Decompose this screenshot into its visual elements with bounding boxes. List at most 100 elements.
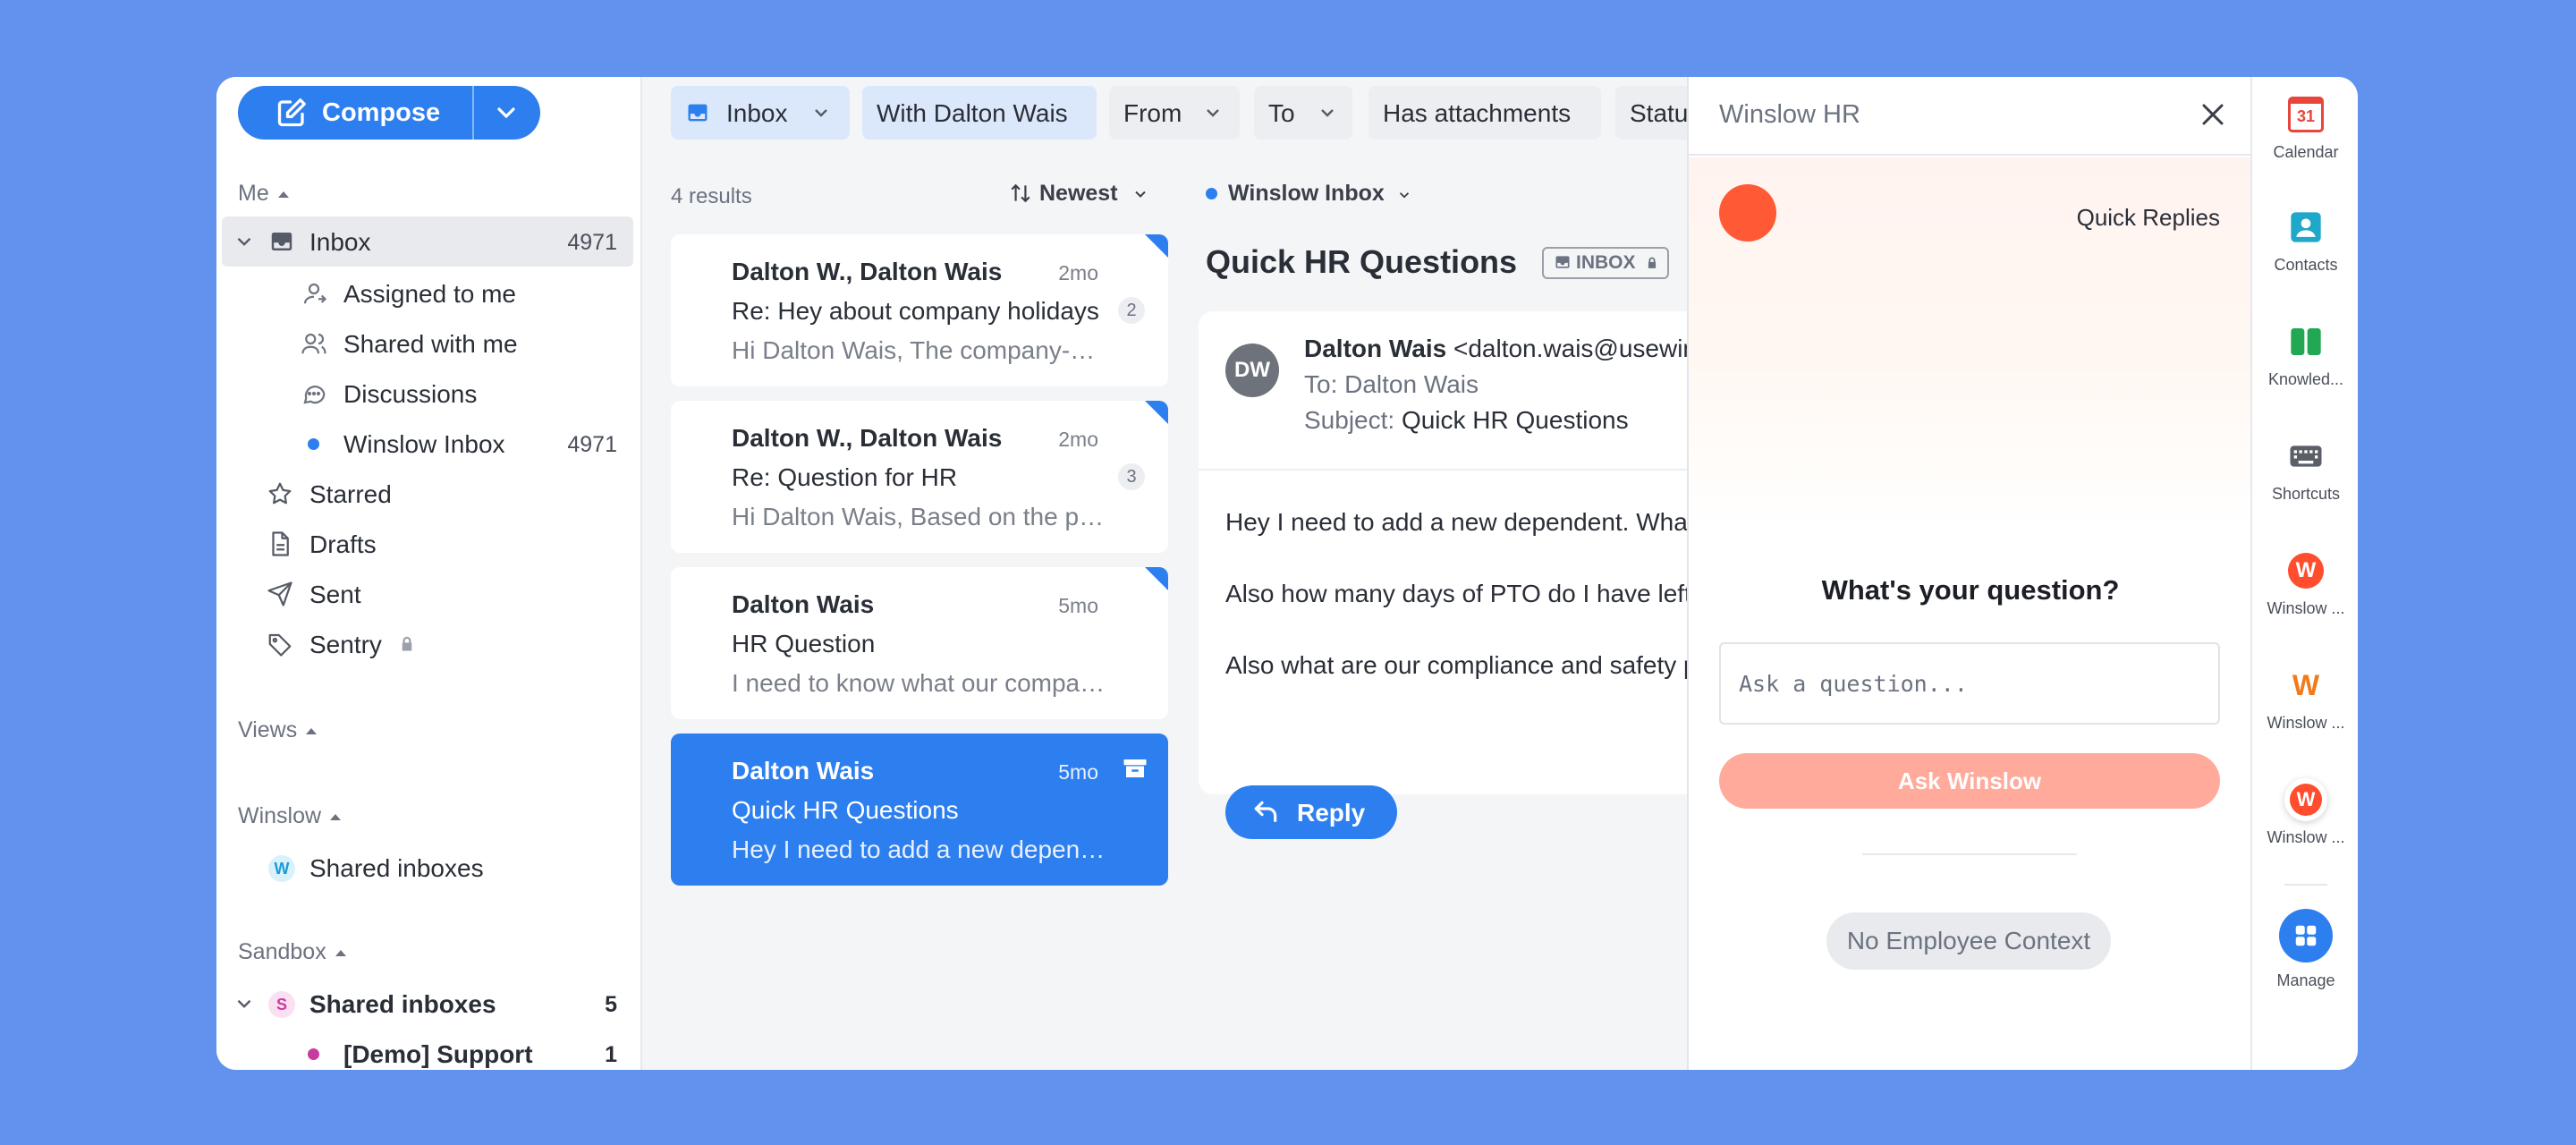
card-from: Dalton Wais bbox=[732, 757, 875, 785]
message-subject: Subject: Quick HR Questions bbox=[1304, 406, 1629, 434]
chevron-down-icon[interactable] bbox=[233, 228, 256, 255]
section-header-sandbox[interactable]: Sandbox bbox=[238, 939, 346, 965]
chevron-down-icon bbox=[1134, 191, 1146, 198]
message-inbox-dropdown[interactable]: Winslow Inbox bbox=[1206, 181, 1412, 207]
chevron-down-icon bbox=[1399, 192, 1409, 199]
sidebar-item-inbox[interactable]: Inbox 4971 bbox=[222, 216, 633, 267]
rail-contacts[interactable]: Contacts bbox=[2252, 197, 2358, 295]
card-preview: Hi Dalton Wais, The company-wide holiday bbox=[732, 336, 1106, 364]
inbox-color-dot bbox=[308, 1048, 319, 1060]
rail-calendar[interactable]: 31 Calendar bbox=[2252, 84, 2358, 182]
filter-inbox[interactable]: Inbox bbox=[671, 86, 850, 140]
assigned-icon bbox=[303, 283, 327, 304]
close-icon[interactable] bbox=[2195, 97, 2231, 132]
sidebar-item-label: Sent bbox=[309, 581, 361, 608]
compose-divider bbox=[472, 86, 474, 140]
inbox-tag[interactable]: INBOX bbox=[1542, 247, 1670, 279]
sidebar-item-winslow-inbox[interactable]: Winslow Inbox 4971 bbox=[222, 419, 633, 469]
archive-icon[interactable] bbox=[1122, 755, 1148, 782]
rail-winslow-3[interactable]: W Winslow ... bbox=[2252, 769, 2358, 868]
rail-winslow-2[interactable]: W Winslow ... bbox=[2252, 655, 2358, 753]
sidebar-item-demo-support[interactable]: [Demo] Support 1 bbox=[222, 1029, 633, 1070]
team-avatar: S bbox=[268, 991, 295, 1018]
collapse-icon bbox=[330, 813, 342, 820]
collapse-icon bbox=[277, 191, 289, 198]
sidebar-item-assigned[interactable]: Assigned to me bbox=[222, 268, 633, 318]
sidebar-item-drafts[interactable]: Drafts bbox=[222, 519, 633, 569]
sidebar-item-label: Assigned to me bbox=[343, 280, 516, 308]
reply-button[interactable]: Reply bbox=[1225, 785, 1397, 839]
card-time: 5mo bbox=[1058, 594, 1098, 617]
book-icon bbox=[2291, 328, 2321, 355]
rail-manage[interactable]: Manage bbox=[2252, 902, 2358, 1000]
team-avatar: W bbox=[268, 855, 295, 882]
filter-from[interactable]: From bbox=[1109, 86, 1240, 140]
filter-with[interactable]: With Dalton Wais bbox=[862, 86, 1097, 140]
section-header-winslow[interactable]: Winslow bbox=[238, 803, 342, 829]
unread-count: 4971 bbox=[567, 432, 617, 457]
section-header-views[interactable]: Views bbox=[238, 717, 318, 743]
sidebar-item-label: Winslow Inbox bbox=[343, 430, 505, 458]
unread-count: 4971 bbox=[567, 230, 617, 255]
sidebar-item-winslow-shared-inboxes[interactable]: W Shared inboxes bbox=[222, 843, 633, 893]
quick-replies-link[interactable]: Quick Replies bbox=[2077, 204, 2220, 232]
sidebar-item-sandbox-shared-inboxes[interactable]: S Shared inboxes 5 bbox=[222, 979, 633, 1029]
inbox-icon bbox=[688, 104, 708, 122]
divider bbox=[1199, 469, 1699, 471]
sidebar-item-label: [Demo] Support bbox=[343, 1040, 533, 1068]
chevron-down-icon bbox=[1321, 109, 1334, 117]
sidebar-item-sent[interactable]: Sent bbox=[222, 569, 633, 619]
conversation-card[interactable]: Dalton W., Dalton Wais 2mo Re: Question … bbox=[671, 401, 1168, 553]
sidebar-item-starred[interactable]: Starred bbox=[222, 469, 633, 519]
chevron-down-icon[interactable] bbox=[492, 98, 521, 127]
sidebar-item-discussions[interactable]: Discussions bbox=[222, 369, 633, 419]
compose-button[interactable]: Compose bbox=[238, 86, 540, 140]
filter-to[interactable]: To bbox=[1254, 86, 1352, 140]
chevron-down-icon[interactable] bbox=[233, 990, 256, 1017]
star-icon bbox=[268, 482, 292, 505]
ask-winslow-button[interactable]: Ask Winslow bbox=[1719, 753, 2220, 809]
message-count-badge: 3 bbox=[1118, 463, 1145, 490]
sidebar-item-shared-with-me[interactable]: Shared with me bbox=[222, 318, 633, 369]
filter-attachments[interactable]: Has attachments bbox=[1368, 86, 1601, 140]
rail-shortcuts[interactable]: Shortcuts bbox=[2252, 426, 2358, 524]
question-input[interactable]: Ask a question... bbox=[1719, 642, 2220, 725]
conversation-card[interactable]: Dalton Wais 5mo HR Question I need to kn… bbox=[671, 567, 1168, 719]
sidebar: Compose Me Inbox 4971 Assigned to me Sha… bbox=[216, 77, 642, 1070]
collapse-icon bbox=[306, 727, 318, 734]
card-subject: HR Question bbox=[732, 630, 876, 657]
sidebar-item-label: Shared with me bbox=[343, 330, 518, 358]
sidebar-item-sentry[interactable]: Sentry bbox=[222, 619, 633, 669]
contacts-icon bbox=[2291, 212, 2321, 242]
card-subject: Re: Question for HR bbox=[732, 463, 958, 491]
grid-icon bbox=[2279, 909, 2333, 963]
keyboard-icon bbox=[2290, 445, 2322, 467]
send-icon bbox=[267, 581, 292, 606]
divider bbox=[1862, 853, 2077, 855]
section-header-me[interactable]: Me bbox=[238, 181, 289, 207]
app-rail: 31 Calendar Contacts Knowled... Shortcut… bbox=[2250, 77, 2358, 1070]
winslow-panel: Winslow HR Quick Replies What's your que… bbox=[1687, 77, 2252, 1070]
panel-title: Winslow HR bbox=[1719, 100, 1860, 129]
card-preview: Hi Dalton Wais, Based on the policy bbox=[732, 503, 1106, 530]
message-card: DW Dalton Wais <dalton.wais@usewinslow.c… bbox=[1199, 311, 1883, 839]
sidebar-item-label: Inbox bbox=[309, 228, 371, 256]
app-window: Compose Me Inbox 4971 Assigned to me Sha… bbox=[216, 77, 2358, 1070]
chevron-down-icon bbox=[1207, 109, 1219, 117]
message-count-badge: 2 bbox=[1118, 297, 1145, 324]
rail-winslow-1[interactable]: W Winslow ... bbox=[2252, 540, 2358, 639]
inbox-icon bbox=[271, 233, 292, 250]
rail-knowledge[interactable]: Knowled... bbox=[2252, 311, 2358, 410]
conversation-card-selected[interactable]: Dalton Wais 5mo Quick HR Questions Hey I… bbox=[671, 734, 1168, 886]
compose-icon bbox=[277, 98, 306, 127]
draft-file-icon bbox=[272, 531, 289, 556]
sort-dropdown[interactable]: Newest bbox=[1009, 181, 1149, 207]
chevron-down-icon bbox=[815, 109, 827, 117]
inbox-color-dot bbox=[1206, 188, 1217, 199]
question-heading: What's your question? bbox=[1821, 574, 2120, 606]
sidebar-item-label: Sentry bbox=[309, 631, 382, 658]
lock-icon bbox=[1648, 257, 1657, 268]
unread-corner bbox=[1145, 234, 1168, 258]
chat-bubble-icon bbox=[303, 386, 326, 404]
conversation-card[interactable]: Dalton W., Dalton Wais 2mo Re: Hey about… bbox=[671, 234, 1168, 386]
